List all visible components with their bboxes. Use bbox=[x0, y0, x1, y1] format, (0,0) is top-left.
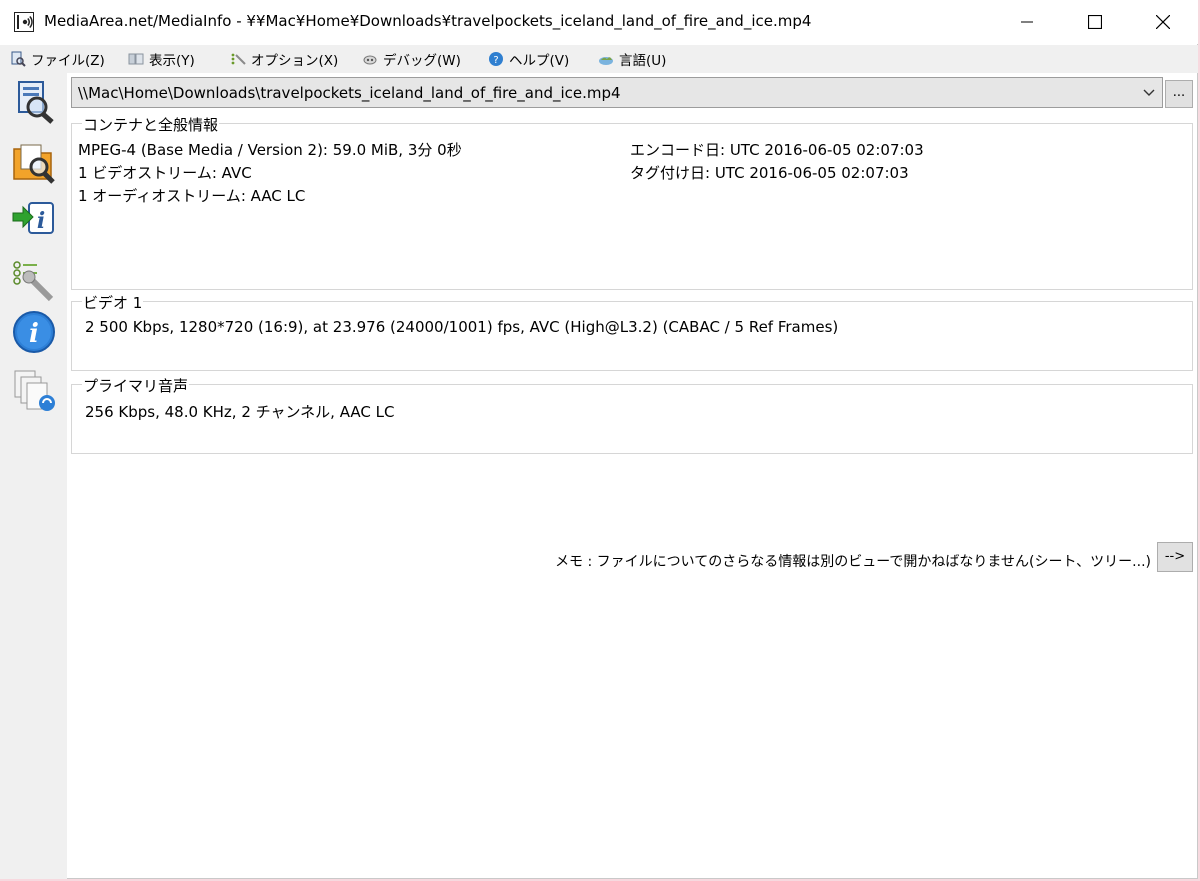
open-folder-button[interactable] bbox=[10, 138, 58, 186]
encoded-date-line: エンコード日: UTC 2016-06-05 02:07:03 bbox=[630, 141, 924, 159]
general-audio-streams-line: 1 オーディオストリーム: AAC LC bbox=[78, 187, 306, 205]
note-text: メモ : ファイルについてのさらなる情報は別のビューで開かねばなりません(シート… bbox=[555, 554, 1151, 570]
open-folder-icon bbox=[13, 144, 55, 184]
close-icon bbox=[1156, 15, 1170, 29]
open-file-icon bbox=[18, 81, 54, 124]
maximize-icon bbox=[1088, 15, 1102, 29]
left-toolbar: i i bbox=[0, 73, 67, 879]
chevron-down-icon bbox=[1143, 89, 1155, 96]
other-view-arrow-button[interactable]: --> bbox=[1157, 542, 1193, 572]
file-path-select[interactable]: \\Mac\Home\Downloads\travelpockets_icela… bbox=[71, 77, 1163, 108]
minimize-button[interactable] bbox=[1004, 0, 1050, 44]
minimize-icon bbox=[1021, 21, 1033, 23]
menu-file[interactable]: ファイル(Z) bbox=[10, 49, 105, 69]
preferences-icon bbox=[13, 261, 54, 302]
file-path-value: \\Mac\Home\Downloads\travelpockets_icela… bbox=[78, 84, 621, 102]
title-bar[interactable]: MediaArea.net/MediaInfo - ¥¥Mac¥Home¥Dow… bbox=[0, 0, 1198, 44]
window-title: MediaArea.net/MediaInfo - ¥¥Mac¥Home¥Dow… bbox=[44, 12, 812, 30]
menu-options[interactable]: オプション(X) bbox=[230, 49, 338, 69]
other-views-icon bbox=[14, 370, 55, 411]
audio-group: プライマリ音声 256 Kbps, 48.0 KHz, 2 チャンネル, AAC… bbox=[71, 375, 1193, 454]
language-icon bbox=[599, 57, 613, 65]
export-icon: i bbox=[12, 202, 54, 234]
open-file-button[interactable] bbox=[10, 78, 58, 126]
maximize-button[interactable] bbox=[1072, 0, 1118, 44]
menu-debug[interactable]: デバッグ(W) bbox=[362, 49, 461, 69]
options-icon bbox=[231, 53, 246, 65]
menu-help[interactable]: ? ヘルプ(V) bbox=[488, 49, 569, 69]
other-views-button[interactable] bbox=[10, 366, 58, 414]
about-icon: i bbox=[13, 311, 55, 353]
audio-info-line: 256 Kbps, 48.0 KHz, 2 チャンネル, AAC LC bbox=[85, 403, 395, 421]
svg-text:?: ? bbox=[493, 55, 498, 66]
video-title: ビデオ 1 bbox=[82, 292, 144, 313]
video-info-line: 2 500 Kbps, 1280*720 (16:9), at 23.976 (… bbox=[85, 318, 839, 336]
export-button[interactable]: i bbox=[10, 194, 58, 242]
general-format-line: MPEG-4 (Base Media / Version 2): 59.0 Mi… bbox=[78, 141, 462, 159]
file-icon bbox=[11, 51, 26, 67]
main-window: MediaArea.net/MediaInfo - ¥¥Mac¥Home¥Dow… bbox=[0, 0, 1198, 879]
menu-bar: ファイル(Z) 表示(Y) オプション(X) デバッグ(W) ? ヘルプ(V) … bbox=[0, 45, 1198, 73]
svg-text:i: i bbox=[37, 208, 45, 234]
general-info-group: コンテナと全般情報 MPEG-4 (Base Media / Version 2… bbox=[71, 114, 1193, 290]
menu-view[interactable]: 表示(Y) bbox=[128, 49, 195, 69]
browse-button[interactable]: ... bbox=[1165, 80, 1193, 108]
tagged-date-line: タグ付け日: UTC 2016-06-05 02:07:03 bbox=[630, 164, 909, 182]
mediainfo-app-icon bbox=[14, 12, 34, 32]
help-icon: ? bbox=[489, 52, 503, 66]
menu-language[interactable]: 言語(U) bbox=[598, 49, 666, 69]
video-group: ビデオ 1 2 500 Kbps, 1280*720 (16:9), at 23… bbox=[71, 292, 1193, 371]
debug-icon bbox=[363, 55, 377, 65]
view-icon bbox=[128, 53, 144, 65]
about-button[interactable]: i bbox=[10, 308, 58, 356]
preferences-button[interactable] bbox=[10, 256, 58, 304]
audio-title: プライマリ音声 bbox=[82, 375, 190, 396]
general-info-title: コンテナと全般情報 bbox=[82, 114, 220, 135]
svg-text:i: i bbox=[29, 319, 39, 349]
close-button[interactable] bbox=[1140, 0, 1186, 44]
general-video-streams-line: 1 ビデオストリーム: AVC bbox=[78, 164, 252, 182]
